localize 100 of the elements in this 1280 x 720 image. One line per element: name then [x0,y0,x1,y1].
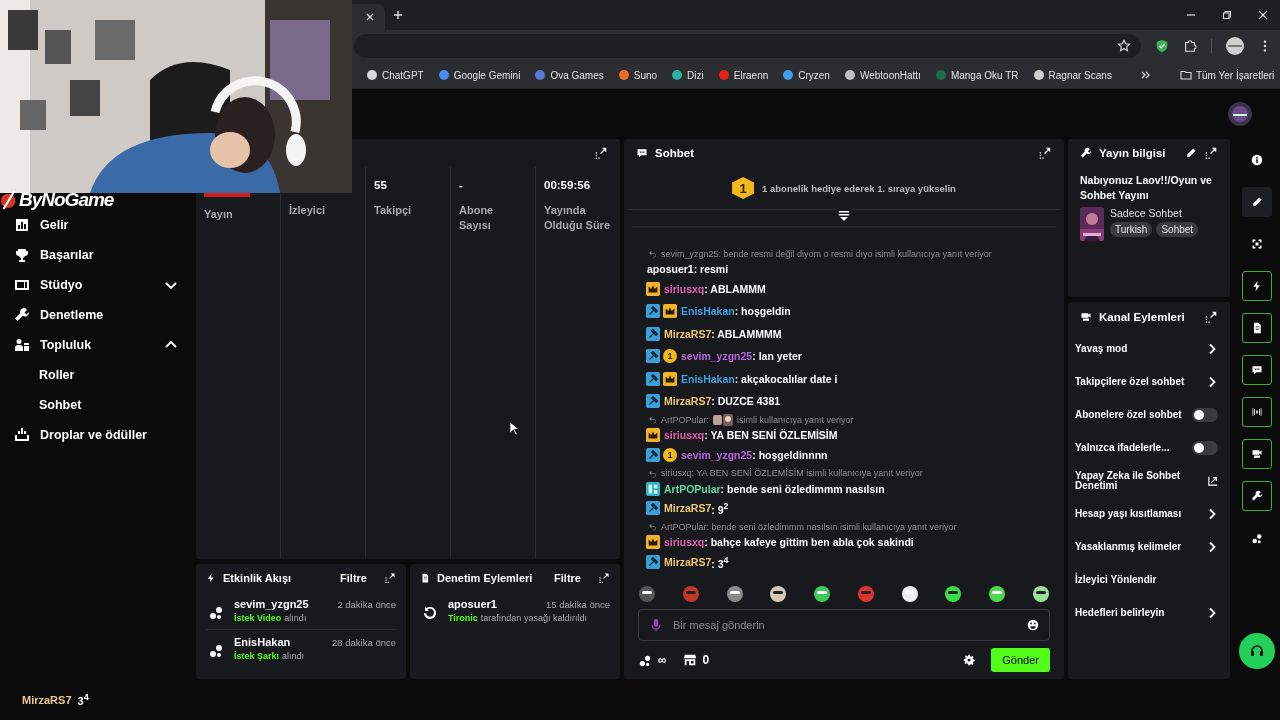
popout-icon[interactable] [1204,310,1218,324]
popout-icon[interactable] [1204,146,1218,160]
sidebar-item[interactable]: Stüdyo [0,270,192,300]
emote-icon[interactable] [900,585,919,603]
bookmark-link[interactable]: Suno [617,69,658,81]
panel-toggle-button[interactable] [1242,271,1272,301]
channel-action[interactable]: Abonelere özel sohbet [1075,409,1188,420]
emote-icon[interactable] [638,585,656,603]
shield-icon[interactable] [1155,39,1169,53]
channel-action[interactable]: Hedefleri belirleyin [1075,607,1202,618]
new-tab-icon[interactable] [393,10,403,20]
bookmark-link[interactable]: Manga Oku TR [934,69,1019,81]
channel-avatar[interactable] [1228,102,1252,126]
profile-avatar[interactable] [1226,37,1244,55]
event-time: 28 dakika önce [332,637,396,648]
points-count: ∞ [658,653,667,667]
emote-icon[interactable] [813,585,832,603]
panel-toggle-button[interactable] [1242,187,1272,217]
external-link-icon[interactable] [1208,475,1218,486]
more-bookmarks-icon[interactable] [1139,69,1152,81]
toggle-switch[interactable] [1192,440,1218,455]
settings-icon[interactable] [963,654,976,666]
chat-bubble-icon [636,147,648,159]
stream-title: Nabıyonuz Laov!!/Oyun ve Sohbet Yayını [1079,173,1213,203]
sidebar-item[interactable]: Denetleme [0,300,192,330]
send-button[interactable]: Gönder [991,648,1050,672]
pencil-icon [1251,196,1263,208]
sidebar-item[interactable]: Droplar ve ödüller [0,420,192,450]
crown-badge-icon [646,281,660,296]
emote-icon[interactable] [1031,585,1050,603]
channel-action[interactable]: Yapay Zeka ile Sohbet Denetimi [1075,470,1204,491]
stat-value: - [459,179,464,193]
tag-chip[interactable]: Turkish [1110,222,1153,237]
crown-badge-icon [663,371,677,386]
sidebar-item[interactable]: Başarılar [0,240,192,270]
chat-message-text: : hoşgeldinnnn [752,448,828,461]
emote-icon[interactable] [988,585,1007,603]
rank-badge: 1 [732,177,755,199]
popout-icon[interactable] [594,146,608,160]
bookmark-link[interactable]: ChatGPT [366,69,424,81]
event-text: alındı [282,651,305,661]
panel-toggle-button[interactable] [1242,481,1272,511]
store-icon[interactable] [682,653,697,667]
bookmark-link[interactable]: Ova Games [534,69,604,81]
bookmark-link[interactable]: Elraenn [717,69,769,81]
channel-action[interactable]: Takipçilere özel sohbet [1075,376,1202,387]
microphone-icon[interactable] [649,618,663,632]
channel-action[interactable]: İzleyici Yönlendir [1075,574,1218,585]
filter-button[interactable]: Filtre [336,570,371,586]
close-icon[interactable] [365,12,375,22]
close-icon[interactable] [1258,10,1268,20]
emote-icon[interactable] [769,585,788,603]
chat-username[interactable]: aposuer1 [647,263,694,275]
headset-icon [1249,643,1265,659]
panel-toggle-button[interactable] [1242,397,1272,427]
bookmark-link[interactable]: Cryzen [782,69,830,81]
all-bookmarks-folder[interactable]: Tüm Yer İşaretleri [1179,69,1275,81]
chat-message-text: : bende seni özledimmm nasılsın [720,482,885,495]
sidebar-item[interactable]: Gelir [0,210,192,240]
chat-message-text: : bahçe kafeye gittim ben abla çok sakindi [704,536,914,548]
chat-username[interactable]: EnisHakan [681,372,735,385]
chat-message-text: : hoşgeldin [734,305,791,318]
chat-username[interactable]: EnisHakan [681,305,735,318]
filter-button[interactable]: Filtre [550,570,585,586]
wrench-icon [1080,147,1092,159]
bookmark-link[interactable]: Google Gemini [437,69,521,81]
channel-action[interactable]: Yasaklanmış kelimeler [1075,541,1202,552]
message-input[interactable]: Bir mesaj gönderin [673,619,1017,631]
message-box[interactable]: Bir mesaj gönderin [638,609,1050,641]
toggle-switch[interactable] [1192,407,1218,422]
bookmark-link[interactable]: WebtoonHattı [843,69,921,81]
bookmark-link[interactable]: Dizi [671,69,704,81]
category-name[interactable]: Sadece Sohbet [1110,207,1199,219]
panel-toggle-button[interactable] [1242,439,1272,469]
panel-toggle-button[interactable] [1242,313,1272,343]
popout-icon[interactable] [1038,146,1052,160]
channel-action[interactable]: Yalnızca ifadelerle... [1075,442,1188,453]
restore-icon[interactable] [1222,10,1232,20]
popout-icon[interactable] [598,572,610,584]
chat-username[interactable]: MirzaRS7 [664,502,712,515]
sidebar-subitem[interactable]: Sohbet [0,390,192,420]
star-icon[interactable] [1117,39,1131,53]
bookmark-link[interactable]: Ragnar Scans [1032,69,1112,81]
tag-chip[interactable]: Sohbet [1156,222,1199,237]
sidebar-subitem[interactable]: Roller [0,360,192,390]
sidebar-item[interactable]: Topluluk [0,330,192,360]
emote-icon[interactable] [725,585,744,603]
chat-username[interactable]: ArtPOPular [664,482,721,495]
channel-action[interactable]: Yavaş mod [1075,343,1202,354]
emoji-icon[interactable] [1027,619,1039,631]
panel-toggle-button[interactable] [1242,355,1272,385]
puzzle-icon[interactable] [1183,39,1197,53]
reply-icon [648,415,657,424]
lightning-icon [206,573,216,583]
emote-icon[interactable] [944,585,963,603]
channel-action[interactable]: Hesap yaşı kısıtlaması [1075,508,1202,519]
slash-logo-icon [0,190,18,210]
popout-icon[interactable] [384,572,396,584]
pencil-icon[interactable] [1185,147,1197,159]
support-button[interactable] [1239,633,1275,669]
